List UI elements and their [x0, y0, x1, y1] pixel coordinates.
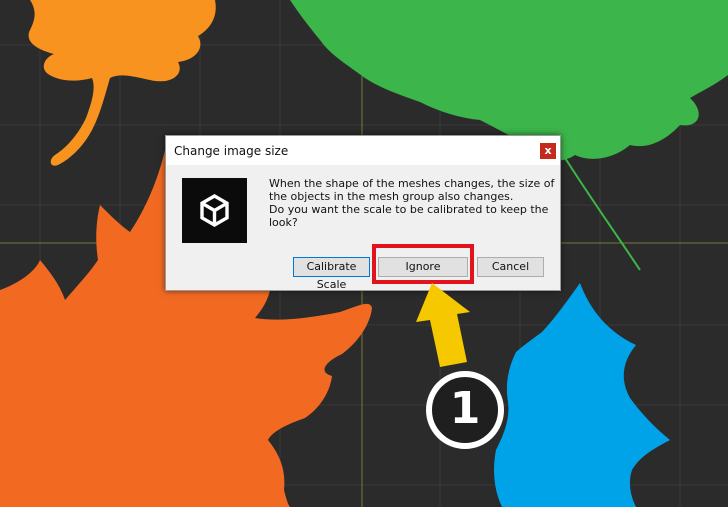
pointer-arrow-icon [416, 283, 470, 367]
step-number-badge: 1 [426, 371, 504, 449]
